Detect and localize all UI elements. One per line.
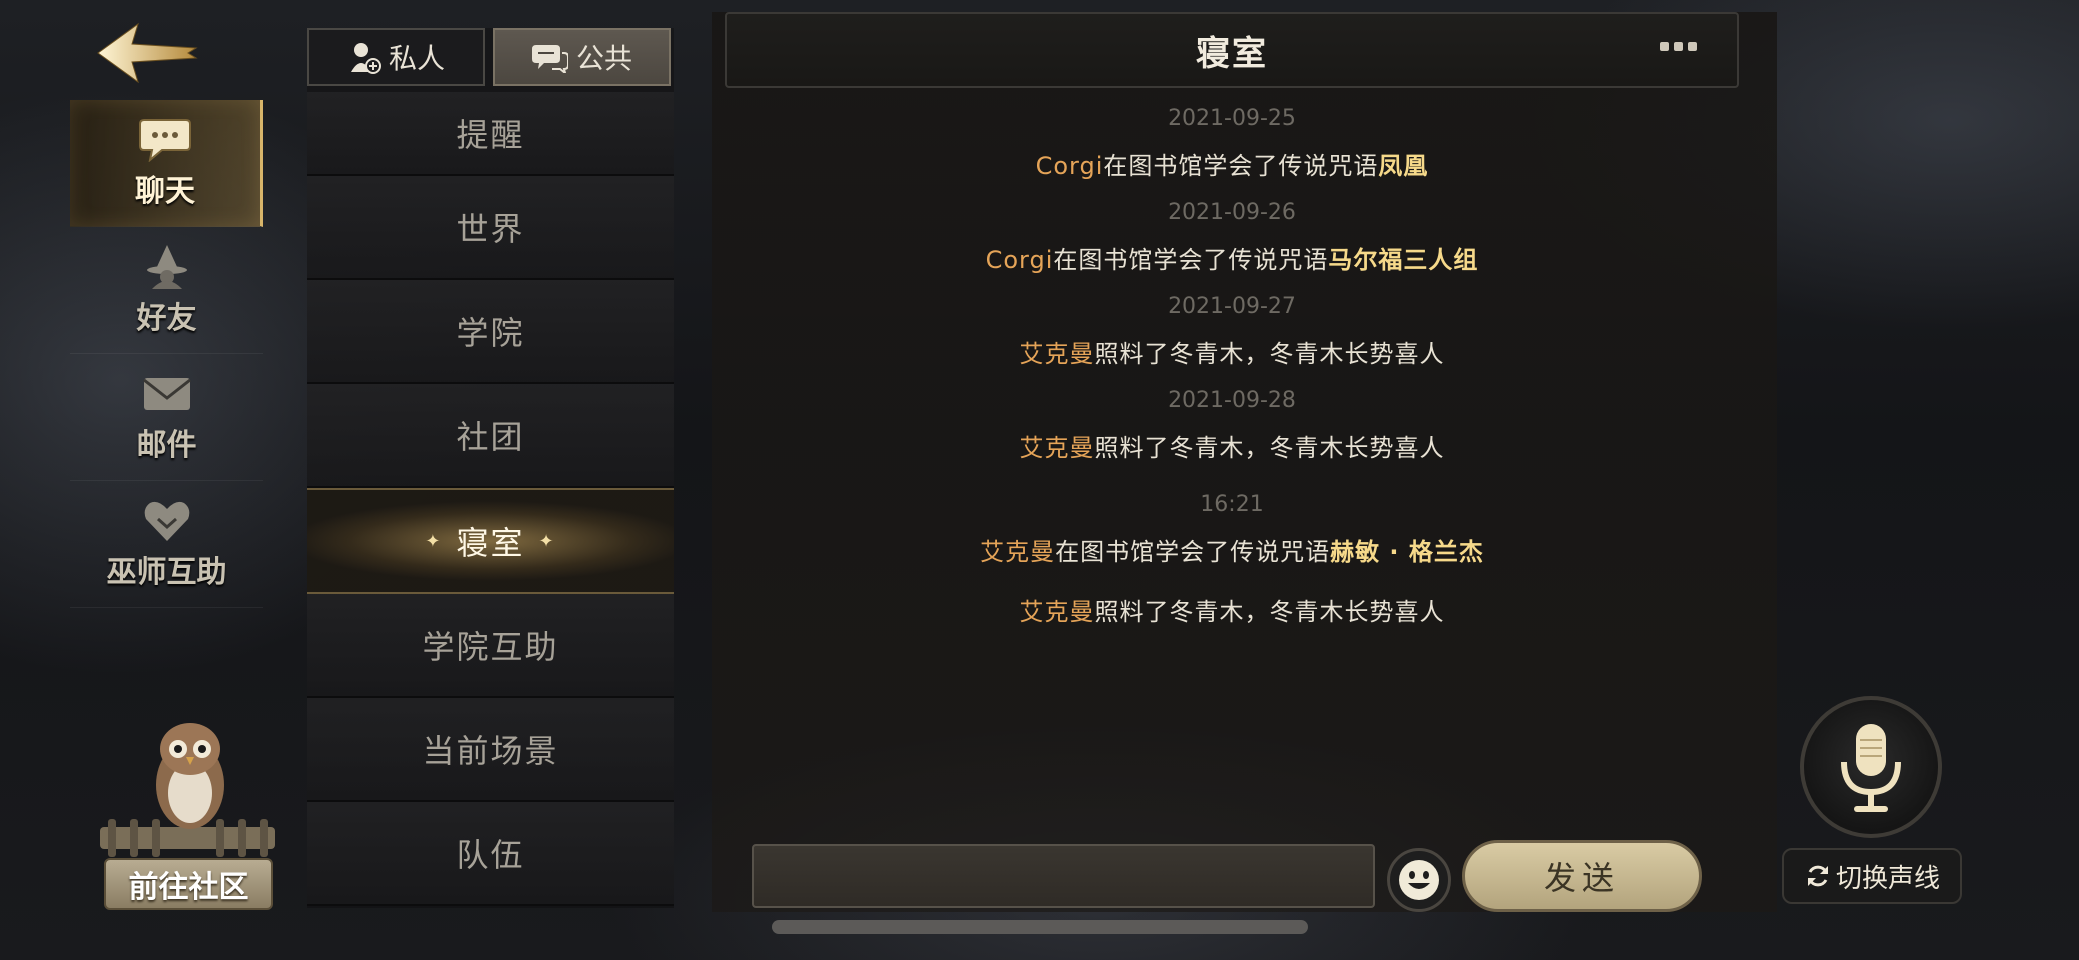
message-spell: 马尔福三人组 [1328,246,1479,274]
tab-private-label: 私人 [388,42,445,75]
channel-item-world[interactable]: 世界 [307,176,674,280]
message: 艾克曼照料了冬青木，冬青木长势喜人 [712,418,1752,478]
message-sender[interactable]: 艾克曼 [980,538,1055,566]
message-sender[interactable]: 艾克曼 [1020,340,1095,368]
envelope-icon [142,378,191,410]
channel-label: 寝室 [456,524,525,562]
nav-item-wizard-help[interactable]: 巫师互助 [70,481,263,608]
side-nav: 聊天 好友 邮件 巫师互助 [70,100,263,608]
message: Corgi在图书馆学会了传说咒语马尔福三人组 [712,230,1752,290]
send-button[interactable]: 发送 [1462,840,1702,912]
message-text: 照料了冬青木，冬青木长势喜人 [1094,434,1445,462]
message-spell: 赫敏 · 格兰杰 [1330,538,1484,566]
message-text: 照料了冬青木，冬青木长势喜人 [1094,598,1445,626]
sparkle-icon: ✦ [425,530,443,552]
more-dot-icon [1674,42,1683,51]
chat-type-tabs: 私人 公共 [307,28,674,86]
wizard-hat-icon [146,245,187,289]
message: Corgi在图书馆学会了传说咒语凤凰 [712,136,1752,196]
message-text: 在图书馆学会了传说咒语 [1053,246,1329,274]
channel-item-club[interactable]: 社团 [307,384,674,488]
back-button[interactable] [92,18,202,88]
channel-label: 世界 [456,210,525,248]
nav-item-chat[interactable]: 聊天 [70,100,263,227]
channel-item-dorm[interactable]: ✦ 寝室 ✦ [307,488,674,594]
community-label: 前往社区 [104,858,273,910]
microphone-icon [1841,724,1901,812]
channel-item-remind[interactable]: 提醒 [307,92,674,176]
refresh-icon [1807,865,1828,887]
more-dot-icon [1660,42,1669,51]
tab-public[interactable]: 公共 [493,28,671,86]
message: 艾克曼在图书馆学会了传说咒语赫敏 · 格兰杰 [712,522,1752,582]
message-text: 在图书馆学会了传说咒语 [1055,538,1331,566]
back-arrow-icon [97,22,198,84]
switch-voice-label: 切换声线 [1835,863,1940,894]
message-spell: 凤凰 [1378,152,1429,180]
channel-label: 社团 [456,418,525,456]
message-sender[interactable]: Corgi [986,246,1054,274]
switch-voice-button[interactable]: 切换声线 [1782,848,1962,904]
more-dot-icon [1688,42,1697,51]
chat-header: 寝室 [725,12,1739,88]
more-options-button[interactable] [1660,42,1697,51]
emoji-button[interactable] [1387,848,1451,912]
message-text: 在图书馆学会了传说咒语 [1103,152,1379,180]
message-list: 2021-09-25 Corgi在图书馆学会了传说咒语凤凰 2021-09-26… [712,102,1752,642]
nav-label-friends: 好友 [136,301,197,336]
sparkle-icon: ✦ [538,530,556,552]
channel-item-current-scene[interactable]: 当前场景 [307,698,674,802]
channel-panel: 私人 公共 提醒 世界 学院 社团 ✦ 寝室 ✦ 学院互助 当前场景 队伍 [307,28,674,908]
message-text: 照料了冬青木，冬青木长势喜人 [1094,340,1445,368]
heart-shield-icon [144,501,189,541]
nav-label-chat: 聊天 [135,174,195,209]
nav-label-wizard-help: 巫师互助 [106,555,227,590]
channel-list: 提醒 世界 学院 社团 ✦ 寝室 ✦ 学院互助 当前场景 队伍 [307,92,674,906]
chat-title: 寝室 [1196,33,1268,74]
message-date: 2021-09-28 [1168,388,1296,413]
message-date: 2021-09-25 [1168,106,1296,131]
nav-item-friends[interactable]: 好友 [70,227,263,354]
channel-label: 当前场景 [422,732,559,770]
public-chat-icon [531,45,568,73]
message-date: 2021-09-26 [1168,200,1296,225]
message-sender[interactable]: 艾克曼 [1020,434,1095,462]
channel-item-college-help[interactable]: 学院互助 [307,594,674,698]
channel-item-college[interactable]: 学院 [307,280,674,384]
private-chat-icon [350,43,381,74]
channel-label: 队伍 [456,836,525,874]
community-button[interactable]: 前往社区 [90,715,285,920]
nav-item-mail[interactable]: 邮件 [70,354,263,481]
message-time: 16:21 [1200,492,1264,517]
message-date: 2021-09-27 [1168,294,1296,319]
message-sender[interactable]: Corgi [1036,152,1104,180]
message: 艾克曼照料了冬青木，冬青木长势喜人 [712,324,1752,384]
owl-icon [100,723,275,857]
tab-private[interactable]: 私人 [307,28,485,86]
voice-record-button[interactable] [1800,696,1942,838]
scroll-indicator[interactable] [772,920,1308,934]
smiley-icon [1399,860,1439,900]
nav-label-mail: 邮件 [136,428,197,463]
message-input[interactable] [752,844,1375,908]
channel-label: 学院 [456,314,525,352]
channel-item-team[interactable]: 队伍 [307,802,674,906]
tab-public-label: 公共 [575,42,632,75]
chat-panel: 寝室 2021-09-25 Corgi在图书馆学会了传说咒语凤凰 2021-09… [712,12,1777,912]
channel-label: 提醒 [456,116,525,154]
chat-bubble-icon [139,119,191,162]
message-sender[interactable]: 艾克曼 [1020,598,1095,626]
message: 艾克曼照料了冬青木，冬青木长势喜人 [712,582,1752,642]
channel-label: 学院互助 [422,628,559,666]
